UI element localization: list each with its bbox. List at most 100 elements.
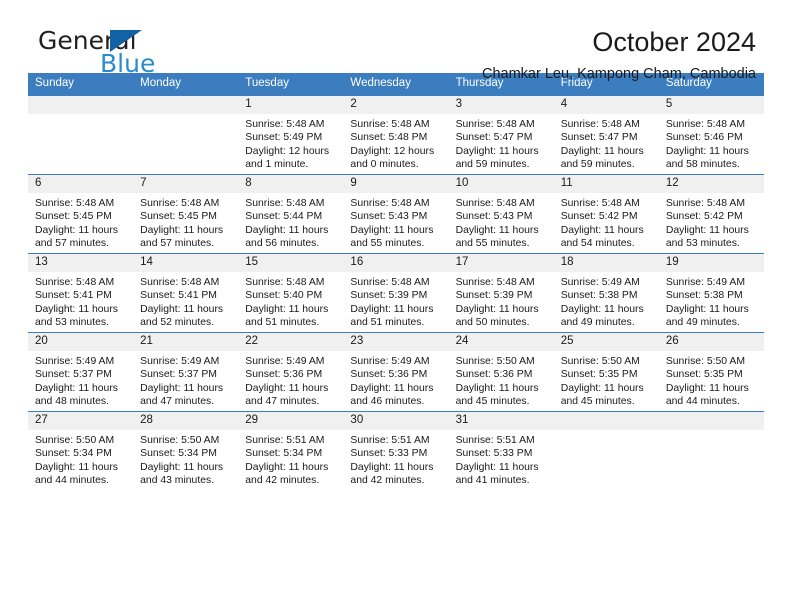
calendar-body: 1 Sunrise: 5:48 AM Sunset: 5:49 PM Daylight…: [28, 95, 764, 490]
calendar-day-cell[interactable]: 12 Sunrise: 5:48 AM Sunset: 5:42 PM Dayligh…: [658, 174, 764, 254]
daylight-duration-line2: and 45 minutes.: [455, 395, 530, 407]
calendar-day-cell[interactable]: 24 Sunrise: 5:50 AM Sunset: 5:36 PM Dayligh…: [448, 332, 554, 412]
calendar-day-cell[interactable]: 17 Sunrise: 5:48 AM Sunset: 5:39 PM Dayligh…: [448, 253, 554, 333]
day-number-band: [553, 412, 659, 430]
calendar-day-cell[interactable]: 27 Sunrise: 5:50 AM Sunset: 5:34 PM Dayligh…: [28, 411, 134, 490]
daylight-duration-line2: and 44 minutes.: [35, 474, 109, 486]
calendar-week-row: 20 Sunrise: 5:49 AM Sunset: 5:37 PM Dayligh…: [28, 332, 764, 412]
daylight-duration-line1: Daylight: 11 hours: [245, 303, 329, 315]
sunrise-sunset-calendar: Sunday Monday Tuesday Wednesday Thursday…: [28, 73, 764, 490]
calendar-day-cell[interactable]: 11 Sunrise: 5:48 AM Sunset: 5:42 PM Dayligh…: [553, 174, 659, 254]
day-details: Sunrise: 5:48 AM Sunset: 5:44 PM Daylight:…: [238, 193, 343, 250]
day-details: Sunrise: 5:51 AM Sunset: 5:34 PM Daylight:…: [238, 430, 343, 487]
sunrise-time: Sunrise: 5:48 AM: [560, 119, 640, 130]
day-details: Sunrise: 5:48 AM Sunset: 5:39 PM Daylight:…: [343, 272, 448, 329]
day-number: 25: [553, 333, 659, 351]
sunset-time: Sunset: 5:40 PM: [245, 290, 323, 302]
daylight-duration-line2: and 43 minutes.: [140, 474, 215, 486]
sunset-time: Sunset: 5:36 PM: [245, 369, 323, 381]
day-number: 26: [658, 333, 764, 351]
sunrise-time: Sunrise: 5:51 AM: [245, 435, 325, 446]
day-number: 6: [28, 175, 134, 193]
calendar-day-cell[interactable]: 3 Sunrise: 5:48 AM Sunset: 5:47 PM Daylight…: [448, 95, 554, 175]
sunset-time: Sunset: 5:33 PM: [350, 448, 428, 460]
daylight-duration-line2: and 47 minutes.: [140, 395, 215, 407]
day-number: 24: [448, 333, 554, 351]
day-details: Sunrise: 5:48 AM Sunset: 5:43 PM Daylight:…: [343, 193, 448, 250]
sunset-time: Sunset: 5:47 PM: [560, 132, 638, 144]
calendar-day-cell[interactable]: 9 Sunrise: 5:48 AM Sunset: 5:43 PM Daylight…: [343, 174, 449, 254]
day-details: Sunrise: 5:48 AM Sunset: 5:40 PM Daylight:…: [238, 272, 343, 329]
page-title: October 2024: [592, 27, 756, 57]
calendar-day-cell[interactable]: 1 Sunrise: 5:48 AM Sunset: 5:49 PM Daylight…: [238, 95, 344, 175]
daylight-duration-line2: and 47 minutes.: [245, 395, 320, 407]
daylight-duration-line2: and 55 minutes.: [350, 237, 425, 249]
sunrise-time: Sunrise: 5:51 AM: [455, 435, 535, 446]
calendar-day-cell[interactable]: 13 Sunrise: 5:48 AM Sunset: 5:41 PM Dayligh…: [28, 253, 134, 333]
calendar-day-cell[interactable]: 28 Sunrise: 5:50 AM Sunset: 5:34 PM Dayligh…: [133, 411, 239, 490]
sunrise-time: Sunrise: 5:48 AM: [560, 198, 640, 209]
calendar-day-cell[interactable]: 10 Sunrise: 5:48 AM Sunset: 5:43 PM Dayligh…: [448, 174, 554, 254]
day-number: 23: [343, 333, 449, 351]
sunset-time: Sunset: 5:34 PM: [245, 448, 323, 460]
sunset-time: Sunset: 5:33 PM: [455, 448, 533, 460]
day-details: Sunrise: 5:50 AM Sunset: 5:34 PM Daylight:…: [133, 430, 238, 487]
daylight-duration-line1: Daylight: 11 hours: [35, 382, 118, 394]
day-details: Sunrise: 5:51 AM Sunset: 5:33 PM Daylight:…: [343, 430, 448, 487]
sunrise-time: Sunrise: 5:48 AM: [35, 277, 115, 288]
day-number-band: [133, 96, 239, 114]
calendar-day-cell[interactable]: 15 Sunrise: 5:48 AM Sunset: 5:40 PM Dayligh…: [238, 253, 344, 333]
daylight-duration-line2: and 54 minutes.: [560, 237, 635, 249]
daylight-duration-line1: Daylight: 12 hours: [350, 145, 435, 157]
sunrise-time: Sunrise: 5:50 AM: [35, 435, 115, 446]
calendar-day-cell[interactable]: 8 Sunrise: 5:48 AM Sunset: 5:44 PM Daylight…: [238, 174, 344, 254]
daylight-duration-line1: Daylight: 11 hours: [350, 224, 434, 236]
daylight-duration-line2: and 0 minutes.: [350, 158, 419, 170]
calendar-day-cell[interactable]: 19 Sunrise: 5:49 AM Sunset: 5:38 PM Dayligh…: [658, 253, 764, 333]
general-blue-logo[interactable]: General Blue: [38, 28, 238, 78]
daylight-duration-line1: Daylight: 11 hours: [350, 303, 434, 315]
day-number: 8: [238, 175, 344, 193]
day-number: 10: [448, 175, 554, 193]
sunset-time: Sunset: 5:39 PM: [455, 290, 533, 302]
calendar-day-cell[interactable]: 22 Sunrise: 5:49 AM Sunset: 5:36 PM Dayligh…: [238, 332, 344, 412]
calendar-day-cell[interactable]: 5 Sunrise: 5:48 AM Sunset: 5:46 PM Daylight…: [658, 95, 764, 175]
day-details: Sunrise: 5:51 AM Sunset: 5:33 PM Daylight:…: [449, 430, 554, 487]
calendar-day-cell[interactable]: 20 Sunrise: 5:49 AM Sunset: 5:37 PM Dayligh…: [28, 332, 134, 412]
calendar-day-cell[interactable]: 21 Sunrise: 5:49 AM Sunset: 5:37 PM Dayligh…: [133, 332, 239, 412]
day-number: 29: [238, 412, 344, 430]
day-number: 28: [133, 412, 239, 430]
sunrise-time: Sunrise: 5:50 AM: [455, 356, 535, 367]
calendar-day-cell[interactable]: 7 Sunrise: 5:48 AM Sunset: 5:45 PM Daylight…: [133, 174, 239, 254]
calendar-day-cell[interactable]: 31 Sunrise: 5:51 AM Sunset: 5:33 PM Dayligh…: [448, 411, 554, 490]
calendar-day-cell[interactable]: 25 Sunrise: 5:50 AM Sunset: 5:35 PM Dayligh…: [553, 332, 659, 412]
calendar-day-cell[interactable]: 6 Sunrise: 5:48 AM Sunset: 5:45 PM Daylight…: [28, 174, 134, 254]
day-details: Sunrise: 5:49 AM Sunset: 5:36 PM Daylight:…: [343, 351, 448, 408]
calendar-day-cell[interactable]: 18 Sunrise: 5:49 AM Sunset: 5:38 PM Dayligh…: [553, 253, 659, 333]
calendar-day-cell[interactable]: 26 Sunrise: 5:50 AM Sunset: 5:35 PM Dayligh…: [658, 332, 764, 412]
daylight-duration-line1: Daylight: 11 hours: [665, 224, 749, 236]
calendar-day-cell[interactable]: 4 Sunrise: 5:48 AM Sunset: 5:47 PM Daylight…: [553, 95, 659, 175]
calendar-day-cell[interactable]: 23 Sunrise: 5:49 AM Sunset: 5:36 PM Dayligh…: [343, 332, 449, 412]
day-details: Sunrise: 5:48 AM Sunset: 5:47 PM Daylight:…: [554, 114, 659, 171]
daylight-duration-line2: and 49 minutes.: [665, 316, 740, 328]
daylight-duration-line1: Daylight: 11 hours: [350, 382, 434, 394]
sunrise-time: Sunrise: 5:48 AM: [245, 119, 325, 130]
daylight-duration-line2: and 50 minutes.: [455, 316, 530, 328]
day-details: Sunrise: 5:48 AM Sunset: 5:41 PM Daylight:…: [28, 272, 133, 329]
calendar-day-cell[interactable]: 30 Sunrise: 5:51 AM Sunset: 5:33 PM Dayligh…: [343, 411, 449, 490]
calendar-day-cell[interactable]: 2 Sunrise: 5:48 AM Sunset: 5:48 PM Daylight…: [343, 95, 449, 175]
day-number: 14: [133, 254, 239, 272]
daylight-duration-line1: Daylight: 11 hours: [560, 382, 644, 394]
day-details: Sunrise: 5:48 AM Sunset: 5:43 PM Daylight:…: [449, 193, 554, 250]
daylight-duration-line2: and 58 minutes.: [665, 158, 740, 170]
sunrise-time: Sunrise: 5:49 AM: [665, 277, 745, 288]
calendar-day-cell[interactable]: 16 Sunrise: 5:48 AM Sunset: 5:39 PM Dayligh…: [343, 253, 449, 333]
calendar-day-cell[interactable]: 29 Sunrise: 5:51 AM Sunset: 5:34 PM Dayligh…: [238, 411, 344, 490]
sunrise-time: Sunrise: 5:48 AM: [35, 198, 115, 209]
day-number: 12: [658, 175, 764, 193]
calendar-day-cell[interactable]: 14 Sunrise: 5:48 AM Sunset: 5:41 PM Dayligh…: [133, 253, 239, 333]
day-number: 4: [553, 96, 659, 114]
daylight-duration-line2: and 59 minutes.: [560, 158, 635, 170]
daylight-duration-line1: Daylight: 11 hours: [35, 303, 118, 315]
